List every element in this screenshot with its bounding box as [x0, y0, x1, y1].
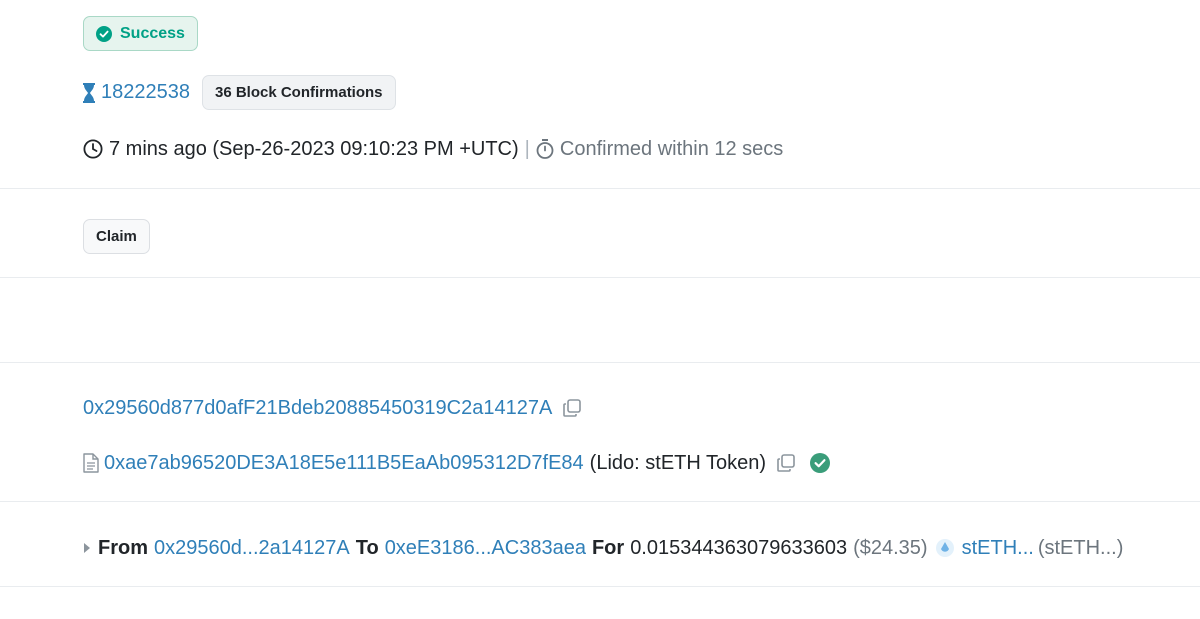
file-contract-icon	[83, 453, 99, 473]
status-badge: Success	[83, 16, 198, 51]
to-contract-row: 0xae7ab96520DE3A18E5e111B5EaAb095312D7fE…	[83, 450, 831, 476]
hourglass-icon	[83, 82, 95, 103]
caret-right-icon[interactable]	[83, 542, 91, 554]
timestamp-row: 7 mins ago (Sep-26-2023 09:10:23 PM +UTC…	[83, 136, 783, 162]
block-number-link[interactable]: 18222538	[101, 81, 190, 104]
status-label: Success	[120, 24, 185, 42]
method-row: Claim	[83, 219, 150, 254]
from-address-link[interactable]: 0x29560d877d0afF21Bdeb20885450319C2a1412…	[83, 397, 552, 420]
status-row: Success	[83, 16, 198, 51]
transfer-to-label: To	[355, 536, 379, 559]
transfer-from-link[interactable]: 0x29560d...2a14127A	[154, 537, 350, 560]
transfer-to-link[interactable]: 0xeE3186...AC383aea	[385, 537, 586, 560]
timestamp-text: 7 mins ago (Sep-26-2023 09:10:23 PM +UTC…	[109, 137, 519, 160]
transfer-token-symbol: (stETH...)	[1037, 536, 1124, 559]
divider	[0, 277, 1200, 278]
block-confirmations-badge: 36 Block Confirmations	[201, 75, 396, 110]
steth-token-icon	[935, 539, 954, 557]
divider	[0, 362, 1200, 363]
stopwatch-icon	[536, 139, 554, 159]
transfer-from-label: From	[98, 536, 148, 559]
divider	[0, 501, 1200, 502]
block-row: 18222538 36 Block Confirmations	[83, 75, 396, 110]
to-contract-name: (Lido: stETH Token)	[589, 451, 767, 474]
verified-check-icon	[810, 453, 831, 473]
confirmed-within-text: Confirmed within 12 secs	[559, 137, 784, 160]
transfer-for-label: For	[591, 536, 625, 559]
transfer-amount: 0.015344363079633603	[630, 536, 848, 559]
clock-icon	[83, 139, 103, 159]
method-claim-button[interactable]: Claim	[83, 219, 150, 254]
copy-icon[interactable]	[776, 453, 796, 473]
from-address-row: 0x29560d877d0afF21Bdeb20885450319C2a1412…	[83, 395, 582, 421]
check-circle-icon	[96, 25, 112, 42]
to-contract-link[interactable]: 0xae7ab96520DE3A18E5e111B5EaAb095312D7fE…	[104, 452, 584, 475]
timestamp-separator: |	[524, 137, 530, 160]
transfer-usd-value: ($24.35)	[853, 536, 928, 559]
transfer-token-link[interactable]: stETH...	[962, 537, 1034, 560]
copy-icon[interactable]	[562, 398, 582, 418]
token-transfer-row: From 0x29560d...2a14127A To 0xeE3186...A…	[83, 535, 1123, 561]
divider	[0, 586, 1200, 587]
divider	[0, 188, 1200, 189]
